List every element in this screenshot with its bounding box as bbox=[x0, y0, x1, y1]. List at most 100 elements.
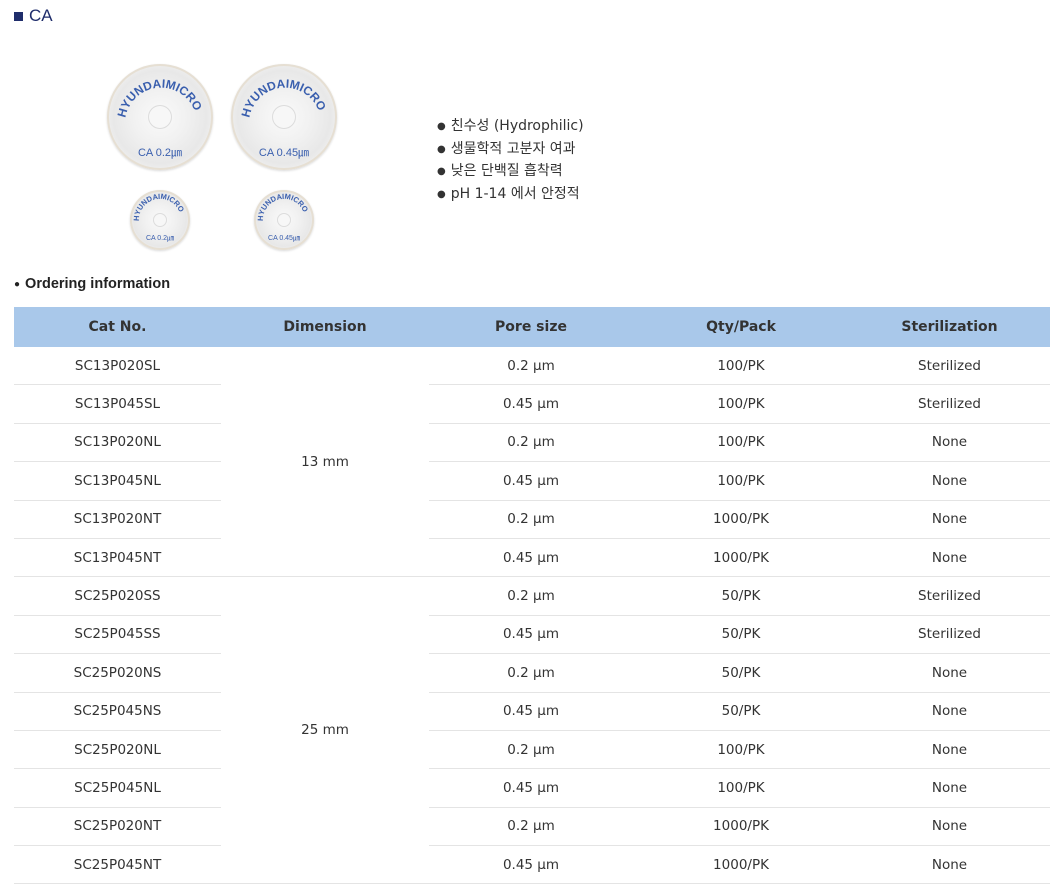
section-title-text: CA bbox=[29, 6, 53, 25]
cell-qty-pack: 100/PK bbox=[633, 423, 849, 463]
filter-brand-text: HYUNDAIMICRO bbox=[115, 76, 205, 118]
cell-sterilization: Sterilized bbox=[849, 384, 1050, 424]
cell-cat-no: SC25P045NS bbox=[14, 692, 221, 731]
feature-item: 친수성 (Hydrophilic) bbox=[437, 116, 584, 139]
cell-qty-pack: 50/PK bbox=[633, 576, 849, 616]
cell-cat-no: SC25P045SS bbox=[14, 615, 221, 655]
filter-spec-text: CA 0.45㎛ bbox=[268, 235, 300, 242]
cell-cat-no: SC13P020NT bbox=[14, 500, 221, 539]
cell-qty-pack: 100/PK bbox=[633, 384, 849, 424]
cell-sterilization: Sterilized bbox=[849, 615, 1050, 655]
cell-dimension: 25 mm bbox=[221, 576, 429, 885]
cell-sterilization: None bbox=[849, 768, 1050, 808]
cell-sterilization: Sterilized bbox=[849, 576, 1050, 616]
cell-pore-size: 0.45 μm bbox=[429, 692, 633, 731]
cell-pore-size: 0.45 μm bbox=[429, 538, 633, 578]
filter-spec-text: CA 0.45㎛ bbox=[258, 147, 310, 159]
header-pore-size: Pore size bbox=[429, 307, 633, 347]
cell-cat-no: SC25P020SS bbox=[14, 576, 221, 616]
table-row: SC13P020NL 0.2 μm 100/PK None bbox=[14, 423, 1050, 463]
cell-sterilization: None bbox=[849, 500, 1050, 539]
svg-text:HYUNDAIMICRO: HYUNDAIMICRO bbox=[256, 192, 310, 221]
header-cat-no: Cat No. bbox=[14, 307, 221, 347]
svg-text:HYUNDAIMICRO: HYUNDAIMICRO bbox=[239, 76, 329, 118]
cell-cat-no: SC25P020NL bbox=[14, 730, 221, 770]
square-bullet-icon bbox=[14, 11, 23, 21]
cell-qty-pack: 100/PK bbox=[633, 461, 849, 501]
cell-pore-size: 0.2 μm bbox=[429, 347, 633, 386]
syringe-filter-small-0-45: HYUNDAIMICRO CA 0.45㎛ bbox=[254, 190, 314, 250]
feature-list: 친수성 (Hydrophilic) 생물학적 고분자 여과 낮은 단백질 흡착력… bbox=[437, 116, 584, 206]
cell-cat-no: SC13P020SL bbox=[14, 347, 221, 386]
header-sterilization: Sterilization bbox=[849, 307, 1050, 347]
ordering-table-body: SC13P020SL 13 mm 0.2 μm 100/PK Sterilized SC1… bbox=[14, 347, 1050, 885]
cell-pore-size: 0.2 μm bbox=[429, 500, 633, 539]
cell-qty-pack: 1000/PK bbox=[633, 807, 849, 847]
table-row: SC25P020NS 0.2 μm 50/PK None bbox=[14, 653, 1050, 693]
cell-pore-size: 0.2 μm bbox=[429, 730, 633, 770]
cell-qty-pack: 1000/PK bbox=[633, 538, 849, 578]
cell-cat-no: SC25P020NT bbox=[14, 807, 221, 847]
cell-pore-size: 0.45 μm bbox=[429, 384, 633, 424]
syringe-filter-small-0-2: HYUNDAIMICRO CA 0.2㎛ bbox=[130, 190, 190, 250]
filter-brand-text: HYUNDAIMICRO bbox=[256, 192, 310, 221]
cell-qty-pack: 100/PK bbox=[633, 730, 849, 770]
cell-sterilization: Sterilized bbox=[849, 347, 1050, 386]
cell-qty-pack: 100/PK bbox=[633, 768, 849, 808]
cell-sterilization: None bbox=[849, 845, 1050, 885]
header-qty-pack: Qty/Pack bbox=[633, 307, 849, 347]
cell-cat-no: SC13P045SL bbox=[14, 384, 221, 424]
cell-cat-no: SC13P045NL bbox=[14, 461, 221, 501]
syringe-filter-large-0-2: HYUNDAIMICRO CA 0.2㎛ bbox=[107, 64, 213, 170]
feature-item: 생물학적 고분자 여과 bbox=[437, 139, 584, 162]
cell-cat-no: SC13P020NL bbox=[14, 423, 221, 463]
cell-sterilization: None bbox=[849, 423, 1050, 463]
cell-pore-size: 0.45 μm bbox=[429, 845, 633, 885]
cell-cat-no: SC25P045NT bbox=[14, 845, 221, 885]
filter-brand-text: HYUNDAIMICRO bbox=[132, 192, 186, 221]
cell-sterilization: None bbox=[849, 807, 1050, 847]
cell-qty-pack: 50/PK bbox=[633, 615, 849, 655]
section-title: CA bbox=[14, 6, 53, 26]
cell-qty-pack: 1000/PK bbox=[633, 500, 849, 539]
cell-pore-size: 0.45 μm bbox=[429, 615, 633, 655]
cell-pore-size: 0.45 μm bbox=[429, 461, 633, 501]
table-row: SC25P020NL 0.2 μm 100/PK None bbox=[14, 730, 1050, 770]
cell-qty-pack: 1000/PK bbox=[633, 845, 849, 885]
table-row: SC25P020NT 0.2 μm 1000/PK None bbox=[14, 807, 1050, 847]
header-dimension: Dimension bbox=[221, 307, 429, 347]
svg-text:HYUNDAIMICRO: HYUNDAIMICRO bbox=[132, 192, 186, 221]
cell-pore-size: 0.2 μm bbox=[429, 807, 633, 847]
cell-pore-size: 0.2 μm bbox=[429, 576, 633, 616]
table-row: SC25P045NL 0.45 μm 100/PK None bbox=[14, 768, 1050, 808]
cell-qty-pack: 50/PK bbox=[633, 692, 849, 731]
cell-dimension: 13 mm bbox=[221, 347, 429, 578]
table-row: SC25P020SS 25 mm 0.2 μm 50/PK Sterilized bbox=[14, 576, 1050, 885]
table-row: SC13P020SL 13 mm 0.2 μm 100/PK Sterilized bbox=[14, 347, 1050, 578]
cell-cat-no: SC25P045NL bbox=[14, 768, 221, 808]
table-row: SC13P045NL 0.45 μm 100/PK None bbox=[14, 461, 1050, 501]
table-row: SC13P045NT 0.45 μm 1000/PK None bbox=[14, 538, 1050, 578]
feature-item: 낮은 단백질 흡착력 bbox=[437, 161, 584, 184]
cell-pore-size: 0.2 μm bbox=[429, 653, 633, 693]
cell-sterilization: None bbox=[849, 461, 1050, 501]
table-row: SC13P045SL 0.45 μm 100/PK Sterilized bbox=[14, 384, 1050, 424]
svg-text:HYUNDAIMICRO: HYUNDAIMICRO bbox=[115, 76, 205, 118]
ordering-table: Cat No. Dimension Pore size Qty/Pack Ste… bbox=[14, 307, 1050, 885]
cell-sterilization: None bbox=[849, 692, 1050, 731]
table-row: SC25P045NT 0.45 μm 1000/PK None bbox=[14, 845, 1050, 885]
cell-pore-size: 0.2 μm bbox=[429, 423, 633, 463]
table-header-row: Cat No. Dimension Pore size Qty/Pack Ste… bbox=[14, 307, 1050, 347]
cell-sterilization: None bbox=[849, 730, 1050, 770]
cell-sterilization: None bbox=[849, 653, 1050, 693]
syringe-filter-large-0-45: HYUNDAIMICRO CA 0.45㎛ bbox=[231, 64, 337, 170]
cell-qty-pack: 100/PK bbox=[633, 347, 849, 386]
cell-pore-size: 0.45 μm bbox=[429, 768, 633, 808]
table-row: SC25P045SS 0.45 μm 50/PK Sterilized bbox=[14, 615, 1050, 655]
cell-qty-pack: 50/PK bbox=[633, 653, 849, 693]
ordering-title: Ordering information bbox=[14, 276, 170, 292]
filter-spec-text: CA 0.2㎛ bbox=[145, 235, 174, 242]
table-row: SC13P020NT 0.2 μm 1000/PK None bbox=[14, 500, 1050, 539]
product-image: HYUNDAIMICRO CA 0.2㎛ HYUNDAIMICRO CA 0.4… bbox=[100, 60, 350, 260]
feature-item: pH 1-14 에서 안정적 bbox=[437, 184, 584, 207]
